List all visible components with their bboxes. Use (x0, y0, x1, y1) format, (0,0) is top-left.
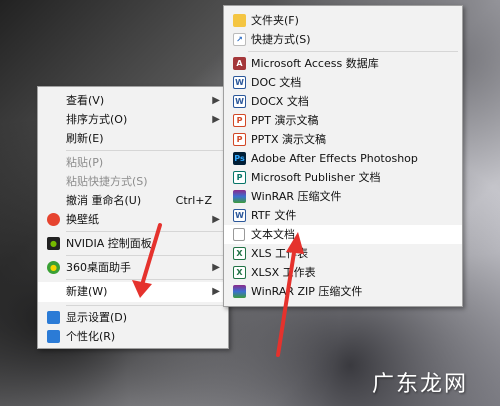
watermark: 广东龙网 (372, 372, 469, 397)
submenu-item-folder[interactable]: 文件夹(F) (224, 11, 462, 30)
submenu-item-label: Adobe After Effects Photoshop (251, 152, 418, 165)
menu-item-paste[interactable]: 粘贴(P) (38, 153, 228, 172)
menu-item-shortcut: Ctrl+Z (175, 194, 212, 207)
submenu-item-label: XLSX 工作表 (251, 266, 316, 279)
menu-item-new[interactable]: 新建(W) ▶ (38, 282, 228, 302)
submenu-item-label: WinRAR ZIP 压缩文件 (251, 285, 363, 298)
wallpaper-icon (47, 213, 60, 226)
submenu-item-label: 快捷方式(S) (251, 33, 311, 46)
submenu-item-label: XLS 工作表 (251, 247, 309, 260)
submenu-item-pptx[interactable]: P PPTX 演示文稿 (224, 130, 462, 149)
submenu-item-label: DOCX 文档 (251, 95, 309, 108)
menu-item-sort[interactable]: 排序方式(O) ▶ (38, 110, 228, 129)
desktop-context-menu: 查看(V) ▶ 排序方式(O) ▶ 刷新(E) 粘贴(P) 粘贴快捷方式(S) … (37, 86, 229, 349)
chevron-right-icon: ▶ (212, 214, 220, 225)
submenu-item-label: WinRAR 压缩文件 (251, 190, 342, 203)
submenu-item-doc[interactable]: W DOC 文档 (224, 73, 462, 92)
submenu-item-winrar-zip[interactable]: WinRAR ZIP 压缩文件 (224, 282, 462, 301)
submenu-item-label: PPTX 演示文稿 (251, 133, 327, 146)
menu-item-label: 粘贴快捷方式(S) (66, 175, 148, 188)
submenu-item-publisher[interactable]: P Microsoft Publisher 文档 (224, 168, 462, 187)
submenu-item-label: 文件夹(F) (251, 14, 299, 27)
submenu-item-label: 文本文档 (251, 228, 295, 241)
menu-separator (66, 255, 224, 256)
text-file-icon (233, 228, 245, 241)
chevron-right-icon: ▶ (212, 95, 220, 106)
submenu-item-xlsx[interactable]: X XLSX 工作表 (224, 263, 462, 282)
word-docx-icon: W (233, 95, 246, 108)
submenu-item-label: Microsoft Publisher 文档 (251, 171, 381, 184)
menu-separator (66, 231, 224, 232)
menu-item-label: 刷新(E) (66, 132, 104, 145)
display-icon (47, 311, 60, 324)
menu-item-view[interactable]: 查看(V) ▶ (38, 91, 228, 110)
menu-item-label: 查看(V) (66, 94, 105, 107)
submenu-item-access[interactable]: A Microsoft Access 数据库 (224, 54, 462, 73)
menu-item-label: 360桌面助手 (66, 261, 131, 274)
submenu-item-label: PPT 演示文稿 (251, 114, 319, 127)
new-submenu: 文件夹(F) ↗ 快捷方式(S) A Microsoft Access 数据库 … (223, 5, 463, 307)
menu-item-label: 个性化(R) (66, 330, 116, 343)
powerpoint-pptx-icon: P (233, 133, 246, 146)
menu-separator (66, 279, 224, 280)
menu-item-label: 显示设置(D) (66, 311, 128, 324)
menu-separator (66, 305, 224, 306)
submenu-item-docx[interactable]: W DOCX 文档 (224, 92, 462, 111)
chevron-right-icon: ▶ (212, 262, 220, 273)
winrar-zip-icon (233, 285, 246, 298)
menu-item-label: 新建(W) (66, 285, 108, 298)
menu-item-undo-rename[interactable]: 撤消 重命名(U) Ctrl+Z (38, 191, 228, 210)
shortcut-icon: ↗ (233, 33, 246, 46)
menu-item-change-wallpaper[interactable]: 换壁纸 ▶ (38, 210, 228, 229)
menu-separator (66, 150, 224, 151)
360-icon: ● (47, 261, 60, 274)
menu-item-label: NVIDIA 控制面板 (66, 237, 152, 250)
excel-xls-icon: X (233, 247, 246, 260)
menu-item-label: 撤消 重命名(U) (66, 194, 142, 207)
personalize-icon (47, 330, 60, 343)
submenu-item-photoshop[interactable]: Ps Adobe After Effects Photoshop (224, 149, 462, 168)
menu-item-label: 换壁纸 (66, 213, 99, 226)
submenu-item-rtf[interactable]: W RTF 文件 (224, 206, 462, 225)
folder-icon (233, 14, 246, 27)
submenu-item-winrar[interactable]: WinRAR 压缩文件 (224, 187, 462, 206)
menu-separator (248, 51, 458, 52)
excel-xlsx-icon: X (233, 266, 246, 279)
menu-item-personalize[interactable]: 个性化(R) (38, 327, 228, 346)
menu-item-nvidia[interactable]: ● NVIDIA 控制面板 (38, 234, 228, 253)
publisher-icon: P (233, 171, 246, 184)
word-doc-icon: W (233, 76, 246, 89)
nvidia-icon: ● (47, 237, 60, 250)
powerpoint-ppt-icon: P (233, 114, 246, 127)
menu-item-label: 粘贴(P) (66, 156, 104, 169)
menu-item-label: 排序方式(O) (66, 113, 128, 126)
menu-item-paste-shortcut[interactable]: 粘贴快捷方式(S) (38, 172, 228, 191)
chevron-right-icon: ▶ (212, 286, 220, 297)
submenu-item-xls[interactable]: X XLS 工作表 (224, 244, 462, 263)
submenu-item-text-document[interactable]: 文本文档 (224, 225, 462, 244)
menu-item-360-assistant[interactable]: ● 360桌面助手 ▶ (38, 258, 228, 277)
winrar-icon (233, 190, 246, 203)
photoshop-icon: Ps (233, 152, 246, 165)
submenu-item-label: DOC 文档 (251, 76, 302, 89)
menu-item-refresh[interactable]: 刷新(E) (38, 129, 228, 148)
chevron-right-icon: ▶ (212, 114, 220, 125)
submenu-item-label: RTF 文件 (251, 209, 297, 222)
submenu-item-ppt[interactable]: P PPT 演示文稿 (224, 111, 462, 130)
menu-item-display-settings[interactable]: 显示设置(D) (38, 308, 228, 327)
submenu-item-shortcut[interactable]: ↗ 快捷方式(S) (224, 30, 462, 49)
rtf-icon: W (233, 209, 246, 222)
submenu-item-label: Microsoft Access 数据库 (251, 57, 379, 70)
access-icon: A (233, 57, 246, 70)
